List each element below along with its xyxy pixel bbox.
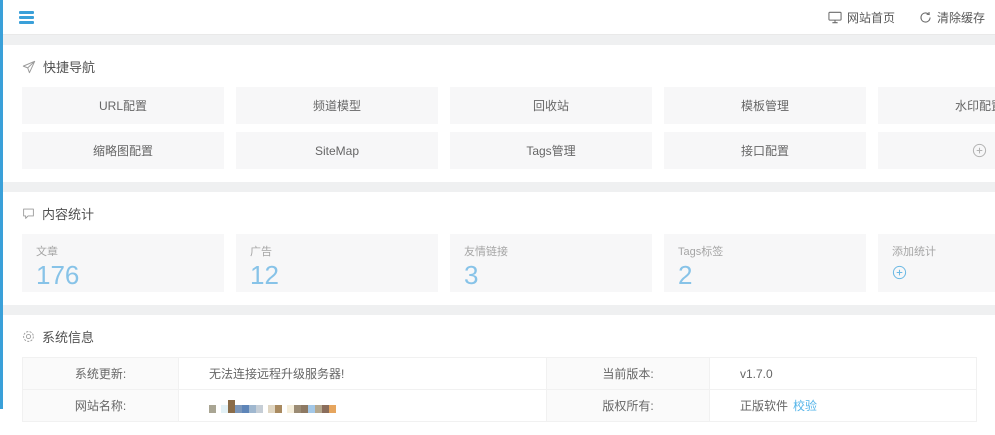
site-home-label: 网站首页 bbox=[847, 9, 895, 26]
quick-nav-button[interactable]: Tags管理 bbox=[450, 132, 652, 169]
clear-cache-label: 清除缓存 bbox=[937, 9, 985, 26]
quick-nav-button[interactable]: 缩略图配置 bbox=[22, 132, 224, 169]
topbar-right: 网站首页 清除缓存 bbox=[828, 9, 985, 26]
paper-plane-icon bbox=[22, 60, 36, 74]
stat-label: Tags标签 bbox=[678, 243, 852, 259]
stat-label: 添加统计 bbox=[892, 243, 995, 259]
quick-nav-button[interactable]: 回收站 bbox=[450, 87, 652, 124]
site-name-label: 网站名称: bbox=[23, 390, 179, 422]
table-row: 系统更新: 无法连接远程升级服务器! 当前版本: v1.7.0 bbox=[23, 358, 977, 390]
site-home-button[interactable]: 网站首页 bbox=[828, 9, 895, 26]
stat-value: 3 bbox=[464, 262, 638, 288]
system-info-panel: 系统信息 系统更新: 无法连接远程升级服务器! 当前版本: v1.7.0 网站名… bbox=[0, 315, 995, 435]
system-info-header: 系统信息 bbox=[22, 327, 995, 346]
left-accent-strip bbox=[0, 0, 3, 409]
quick-nav-title: 快捷导航 bbox=[43, 57, 95, 76]
copyright-value: 正版软件校验 bbox=[710, 390, 977, 422]
quick-nav-grid: URL配置 频道模型 回收站 模板管理 水印配置 缩略图配置 SiteMap T… bbox=[22, 87, 995, 169]
plus-circle-icon bbox=[972, 143, 987, 158]
content-stats-header: 内容统计 bbox=[22, 204, 995, 223]
stat-label: 广告 bbox=[250, 243, 424, 259]
quick-nav-panel: 快捷导航 URL配置 频道模型 回收站 模板管理 水印配置 缩略图配置 Site… bbox=[0, 45, 995, 182]
table-row: 网站名称: 版权所有: 正版软件校验 bbox=[23, 390, 977, 422]
quick-nav-button[interactable]: 接口配置 bbox=[664, 132, 866, 169]
system-update-value: 无法连接远程升级服务器! bbox=[179, 358, 547, 390]
stat-value: 2 bbox=[678, 262, 852, 288]
plus-circle-icon[interactable] bbox=[892, 265, 907, 280]
system-update-label: 系统更新: bbox=[23, 358, 179, 390]
gear-icon bbox=[22, 330, 35, 343]
site-name-redacted bbox=[209, 400, 336, 413]
quick-nav-header: 快捷导航 bbox=[22, 57, 995, 76]
quick-nav-button[interactable]: 频道模型 bbox=[236, 87, 438, 124]
content-stats-title: 内容统计 bbox=[42, 204, 94, 223]
clear-cache-button[interactable]: 清除缓存 bbox=[919, 9, 985, 26]
system-info-table: 系统更新: 无法连接远程升级服务器! 当前版本: v1.7.0 网站名称: 版权… bbox=[22, 357, 977, 422]
verify-link[interactable]: 校验 bbox=[793, 399, 817, 413]
site-name-value bbox=[179, 390, 547, 422]
stat-label: 文章 bbox=[36, 243, 210, 259]
quick-nav-button[interactable]: URL配置 bbox=[22, 87, 224, 124]
stat-value: 12 bbox=[250, 262, 424, 288]
stat-card-ads: 广告 12 bbox=[236, 234, 438, 292]
monitor-icon bbox=[828, 11, 842, 24]
quick-nav-button[interactable]: 模板管理 bbox=[664, 87, 866, 124]
comment-icon bbox=[22, 207, 35, 220]
stats-grid: 文章 176 广告 12 友情链接 3 Tags标签 2 添加统计 bbox=[22, 234, 995, 292]
add-stat-card[interactable]: 添加统计 bbox=[878, 234, 995, 292]
stat-value: 176 bbox=[36, 262, 210, 288]
copyright-label: 版权所有: bbox=[547, 390, 710, 422]
quick-nav-button[interactable]: SiteMap bbox=[236, 132, 438, 169]
add-quick-nav-button[interactable] bbox=[878, 132, 995, 169]
stat-card-tags: Tags标签 2 bbox=[664, 234, 866, 292]
refresh-icon bbox=[919, 11, 932, 24]
hamburger-icon[interactable] bbox=[16, 8, 37, 27]
stat-label: 友情链接 bbox=[464, 243, 638, 259]
content-stats-panel: 内容统计 文章 176 广告 12 友情链接 3 Tags标签 2 添加统计 bbox=[0, 192, 995, 305]
copyright-text: 正版软件 bbox=[740, 399, 788, 413]
stat-card-articles: 文章 176 bbox=[22, 234, 224, 292]
topbar: 网站首页 清除缓存 bbox=[0, 0, 995, 35]
current-version-value: v1.7.0 bbox=[710, 358, 977, 390]
stat-card-links: 友情链接 3 bbox=[450, 234, 652, 292]
system-info-title: 系统信息 bbox=[42, 327, 94, 346]
current-version-label: 当前版本: bbox=[547, 358, 710, 390]
quick-nav-button[interactable]: 水印配置 bbox=[878, 87, 995, 124]
